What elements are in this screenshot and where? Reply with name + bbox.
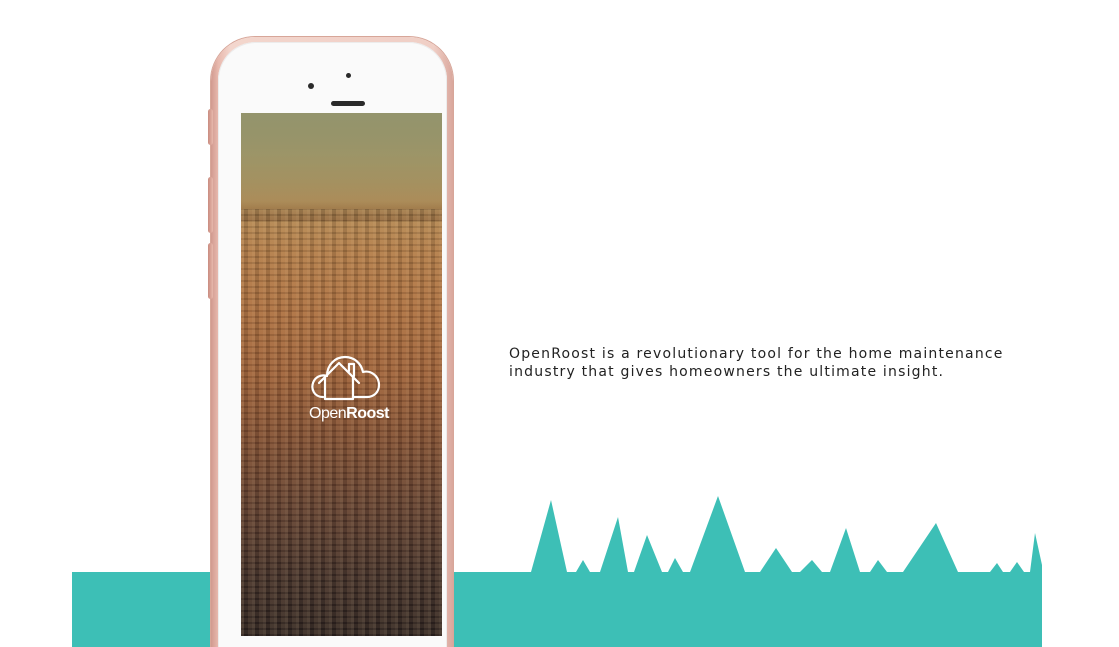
logo-word-roost: Roost [346, 405, 389, 422]
proximity-sensor [346, 73, 351, 78]
logo-wordmark: OpenRoost [309, 405, 399, 423]
volume-down-button [208, 243, 213, 299]
iphone-device: OpenRoost [208, 37, 453, 647]
front-camera [308, 83, 314, 89]
earpiece-speaker [331, 101, 365, 106]
volume-up-button [208, 177, 213, 233]
logo-word-open: Open [309, 405, 347, 422]
openroost-logo: OpenRoost [309, 341, 389, 431]
product-description: OpenRoost is a revolutionary tool for th… [509, 346, 1004, 380]
page: OpenRoost OpenRoost is a revolutionary t… [0, 0, 1119, 647]
app-splash-screen: OpenRoost [241, 113, 442, 636]
mute-switch [208, 109, 213, 145]
teal-mountain-band [72, 496, 1042, 647]
cloud-house-logo-icon [311, 355, 381, 401]
